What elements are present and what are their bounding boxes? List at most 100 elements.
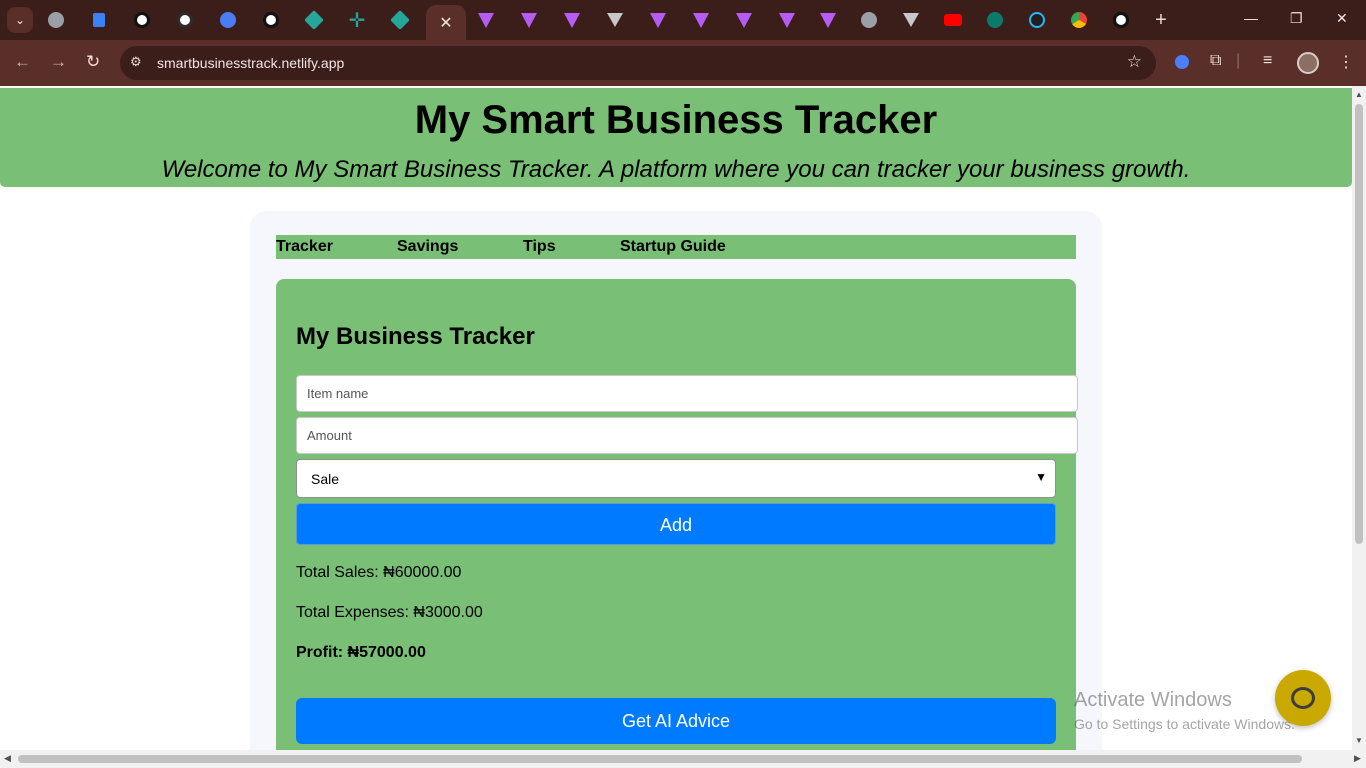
tab[interactable] xyxy=(35,5,77,35)
scroll-right-icon[interactable]: ▶ xyxy=(1354,753,1361,764)
site-settings-icon[interactable]: ⚙ xyxy=(130,54,142,70)
chevron-down-icon: ⌄ xyxy=(14,13,26,27)
tab[interactable] xyxy=(121,5,163,35)
vite-icon xyxy=(521,12,537,28)
tab-active[interactable]: ✕ xyxy=(426,5,466,40)
tab[interactable] xyxy=(379,5,421,35)
vite-icon xyxy=(820,12,836,28)
type-select[interactable]: Sale ▼ xyxy=(296,459,1056,498)
reload-icon[interactable]: ↻ xyxy=(86,52,100,72)
vite-icon xyxy=(650,12,666,28)
chevron-down-icon: ▼ xyxy=(1035,470,1047,484)
item-name-input[interactable] xyxy=(296,375,1078,412)
scroll-up-icon[interactable]: ▲ xyxy=(1355,90,1363,99)
tab[interactable] xyxy=(932,5,974,35)
chrome-icon xyxy=(1071,12,1087,28)
new-tab-button[interactable]: + xyxy=(1140,5,1182,35)
page-viewport: My Smart Business Tracker Welcome to My … xyxy=(0,86,1352,750)
tab[interactable] xyxy=(465,5,507,35)
react-icon xyxy=(220,12,236,28)
tab[interactable] xyxy=(250,5,292,35)
vite-icon xyxy=(564,12,580,28)
tab[interactable] xyxy=(78,5,120,35)
diamond-icon xyxy=(390,10,410,30)
back-icon[interactable]: ← xyxy=(14,52,31,72)
tab[interactable] xyxy=(890,5,932,35)
vercel-icon xyxy=(93,13,105,27)
tab[interactable] xyxy=(848,5,890,35)
chat-bubble-icon xyxy=(1291,687,1315,709)
plus-cross-icon: ✛ xyxy=(348,9,366,32)
youtube-icon xyxy=(944,14,962,26)
scroll-left-icon[interactable]: ◀ xyxy=(4,753,11,764)
page-title: My Smart Business Tracker xyxy=(414,98,938,142)
close-icon[interactable]: ✕ xyxy=(439,13,452,33)
tab[interactable] xyxy=(807,5,849,35)
tab[interactable] xyxy=(207,5,249,35)
total-expenses: Total Expenses: ₦3000.00 xyxy=(296,604,483,621)
amount-input[interactable] xyxy=(296,417,1078,454)
vertical-scrollbar[interactable]: ▲ ▼ xyxy=(1352,86,1366,750)
github-icon xyxy=(263,12,279,28)
type-select-value: Sale xyxy=(311,471,340,487)
tracker-heading: My Business Tracker xyxy=(296,323,535,350)
address-bar[interactable]: ⚙ smartbusinesstrack.netlify.app ☆ xyxy=(120,46,1156,80)
minimize-icon[interactable]: — xyxy=(1244,10,1258,26)
add-button[interactable]: Add xyxy=(296,503,1056,545)
profit: Profit: ₦57000.00 xyxy=(296,644,426,661)
tab-search-button[interactable]: ⌄ xyxy=(7,7,33,33)
vite-icon xyxy=(736,12,752,28)
media-control-icon[interactable]: ≡ xyxy=(1263,52,1272,70)
tab[interactable] xyxy=(1100,5,1142,35)
avatar[interactable] xyxy=(1297,52,1319,74)
horizontal-scroll-thumb[interactable] xyxy=(18,755,1302,763)
tab[interactable] xyxy=(594,5,636,35)
url-text[interactable]: smartbusinesstrack.netlify.app xyxy=(157,55,344,71)
github-icon xyxy=(1113,12,1129,28)
tab[interactable] xyxy=(1016,5,1058,35)
mongodb-icon xyxy=(987,12,1003,28)
menu-item-tracker[interactable]: Tracker xyxy=(276,238,333,256)
get-ai-advice-button[interactable]: Get AI Advice xyxy=(296,698,1056,744)
vertical-scroll-thumb[interactable] xyxy=(1355,104,1363,544)
react-icon xyxy=(1029,12,1045,28)
tab[interactable] xyxy=(766,5,808,35)
extensions-puzzle-icon[interactable]: ⧉ xyxy=(1210,52,1221,70)
page-subtitle: Welcome to My Smart Business Tracker. A … xyxy=(161,156,1191,183)
tab[interactable] xyxy=(1058,5,1100,35)
header-banner: My Smart Business Tracker Welcome to My … xyxy=(0,88,1352,187)
forward-icon[interactable]: → xyxy=(50,52,67,72)
menu-item-tips[interactable]: Tips xyxy=(523,238,556,256)
menu-item-startup-guide[interactable]: Startup Guide xyxy=(620,238,726,256)
chat-button[interactable] xyxy=(1275,670,1331,726)
triangle-icon xyxy=(903,13,919,27)
diamond-icon xyxy=(304,10,324,30)
close-window-icon[interactable]: ✕ xyxy=(1336,10,1348,27)
tab[interactable] xyxy=(974,5,1016,35)
tab[interactable]: ✛ xyxy=(336,5,378,35)
scroll-down-icon[interactable]: ▼ xyxy=(1355,736,1363,745)
separator: | xyxy=(1236,52,1241,69)
bookmark-star-icon[interactable]: ☆ xyxy=(1127,52,1142,72)
vite-icon xyxy=(693,12,709,28)
menu-item-savings[interactable]: Savings xyxy=(397,238,458,256)
tab[interactable] xyxy=(723,5,765,35)
extension-dot-icon[interactable] xyxy=(1175,55,1189,74)
main-container: Tracker Savings Tips Startup Guide My Bu… xyxy=(250,211,1102,750)
tab[interactable] xyxy=(551,5,593,35)
openai-icon xyxy=(177,12,193,28)
plus-icon: + xyxy=(1155,8,1167,31)
horizontal-scrollbar[interactable]: ◀ ▶ xyxy=(0,750,1366,768)
toolbar: ← → ↻ ⚙ smartbusinesstrack.netlify.app ☆… xyxy=(0,40,1366,86)
globe-icon xyxy=(48,12,64,28)
tracker-card: My Business Tracker Sale ▼ Add Total Sal… xyxy=(276,279,1078,750)
tab[interactable] xyxy=(637,5,679,35)
triangle-icon xyxy=(607,13,623,27)
tab[interactable] xyxy=(164,5,206,35)
vite-icon xyxy=(478,12,494,28)
tab[interactable] xyxy=(680,5,722,35)
tab[interactable] xyxy=(293,5,335,35)
menu-dots-icon[interactable]: ⋮ xyxy=(1338,52,1354,72)
restore-icon[interactable]: ❐ xyxy=(1290,10,1303,27)
tab[interactable] xyxy=(508,5,550,35)
